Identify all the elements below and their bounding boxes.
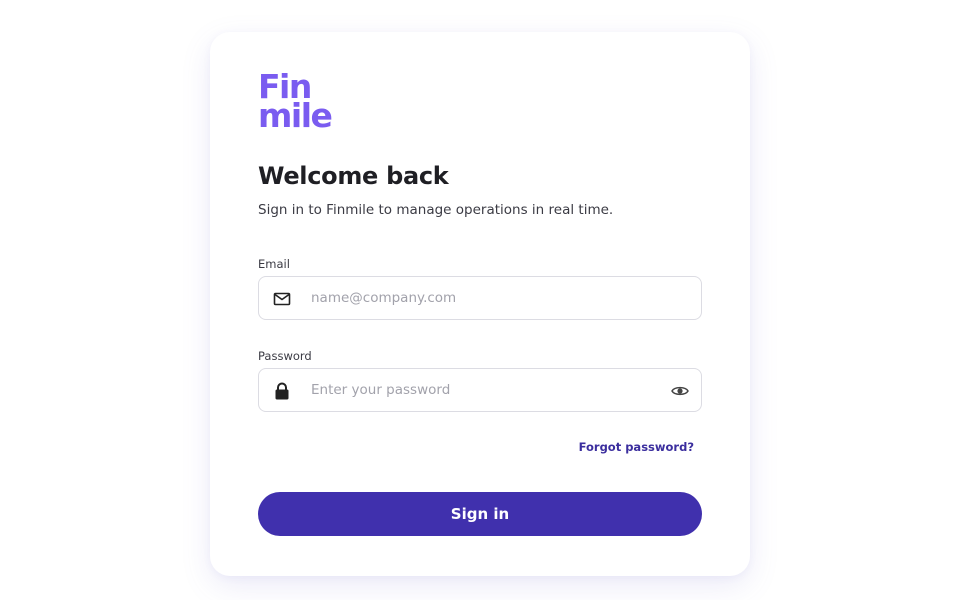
- password-label: Password: [258, 349, 312, 363]
- email-field-wrapper: [258, 276, 702, 320]
- mail-icon: [272, 289, 292, 309]
- logo-line-2: mile: [258, 96, 333, 135]
- lock-icon: [272, 381, 292, 401]
- finmile-logo: Fin mile: [258, 70, 333, 135]
- email-input[interactable]: [311, 278, 651, 318]
- eye-icon[interactable]: [670, 381, 690, 401]
- forgot-password-link[interactable]: Forgot password?: [579, 440, 694, 454]
- sign-in-button[interactable]: Sign in: [258, 492, 702, 536]
- page-title: Welcome back: [258, 162, 449, 190]
- page-subtitle: Sign in to Finmile to manage operations …: [258, 202, 614, 218]
- password-input[interactable]: [311, 370, 651, 410]
- email-label: Email: [258, 257, 290, 271]
- password-field-wrapper: [258, 368, 702, 412]
- login-card: Fin mile Welcome back Sign in to Finmile…: [210, 32, 750, 576]
